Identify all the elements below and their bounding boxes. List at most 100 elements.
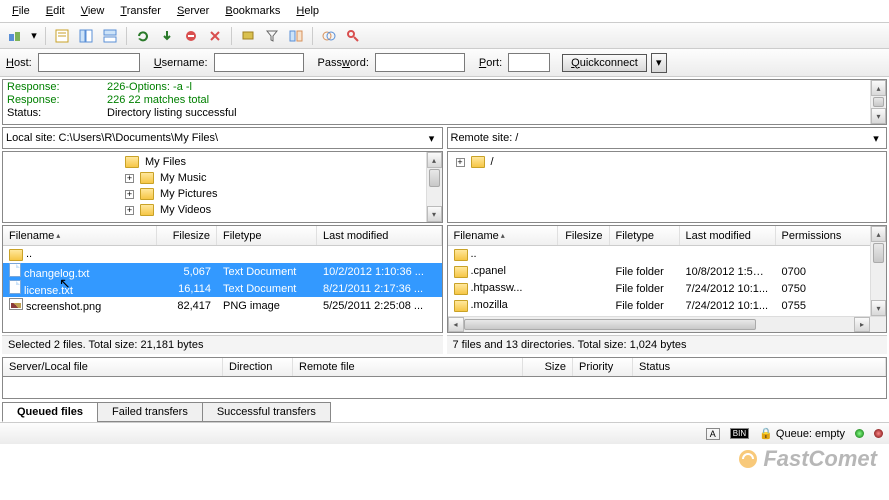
disconnect-button[interactable] — [204, 25, 226, 47]
folder-icon — [454, 266, 468, 278]
list-row[interactable]: changelog.txt 5,067 Text Document 10/2/2… — [3, 263, 442, 280]
queue-body[interactable] — [2, 377, 887, 399]
tab-queued[interactable]: Queued files — [2, 402, 98, 422]
led-activity-icon — [855, 429, 864, 438]
expand-icon[interactable]: + — [125, 174, 134, 183]
col-filesize[interactable]: Filesize — [157, 226, 217, 245]
toggle-log-button[interactable] — [51, 25, 73, 47]
filter-button[interactable] — [261, 25, 283, 47]
process-queue-button[interactable] — [156, 25, 178, 47]
remote-tree[interactable]: +/ — [447, 151, 888, 223]
menu-transfer[interactable]: Transfer — [112, 2, 169, 20]
message-log: Response:226-Options: -a -l Response:226… — [2, 79, 887, 125]
col-priority[interactable]: Priority — [573, 358, 633, 376]
folder-icon — [140, 172, 154, 184]
toggle-queue-button[interactable] — [99, 25, 121, 47]
folder-icon — [471, 156, 485, 168]
col-server-file[interactable]: Server/Local file — [3, 358, 223, 376]
tree-item-myfiles[interactable]: My Files — [5, 154, 440, 170]
transfer-tabs: Queued files Failed transfers Successful… — [2, 402, 887, 422]
col-size[interactable]: Size — [523, 358, 573, 376]
list-row[interactable]: .cpanel File folder 10/8/2012 1:53:... 0… — [448, 263, 887, 280]
col-direction[interactable]: Direction — [223, 358, 293, 376]
remote-site-bar: Remote site: ▾ — [447, 127, 888, 149]
col-filename[interactable]: Filename▴ — [3, 226, 157, 245]
reconnect-button[interactable] — [237, 25, 259, 47]
bottom-statusbar: A BIN 🔒 Queue: empty — [0, 422, 889, 444]
remote-file-list[interactable]: Filename▴ Filesize Filetype Last modifie… — [447, 225, 888, 333]
search-button[interactable] — [342, 25, 364, 47]
local-site-bar: Local site: ▾ — [2, 127, 443, 149]
compare-button[interactable] — [285, 25, 307, 47]
log-text: Directory listing successful — [107, 107, 237, 120]
menu-help[interactable]: Help — [288, 2, 327, 20]
menu-server[interactable]: Server — [169, 2, 217, 20]
local-tree[interactable]: My Files +My Music +My Pictures +My Vide… — [2, 151, 443, 223]
file-icon — [9, 280, 21, 294]
file-icon — [9, 263, 21, 277]
expand-icon[interactable]: + — [125, 206, 134, 215]
toggle-tree-button[interactable] — [75, 25, 97, 47]
mode-indicator: BIN — [730, 428, 749, 439]
local-site-dropdown[interactable]: ▾ — [425, 132, 439, 145]
menu-edit[interactable]: Edit — [38, 2, 73, 20]
list-row[interactable]: screenshot.png 82,417 PNG image 5/25/201… — [3, 297, 442, 314]
queue-status: 🔒 Queue: empty — [759, 427, 845, 440]
list-row-up[interactable]: .. — [3, 246, 442, 263]
site-manager-dropdown[interactable]: ▾ — [28, 25, 40, 47]
col-modified[interactable]: Last modified — [680, 226, 776, 245]
cancel-button[interactable] — [180, 25, 202, 47]
remote-list-hscroll[interactable]: ◂▸ — [448, 316, 887, 332]
folder-icon — [140, 204, 154, 216]
log-label: Status: — [7, 107, 107, 120]
menu-bookmarks[interactable]: Bookmarks — [217, 2, 288, 20]
queue-header: Server/Local file Direction Remote file … — [2, 357, 887, 377]
local-site-label: Local site: — [6, 132, 56, 144]
list-row[interactable]: .htpassw... File folder 7/24/2012 10:1..… — [448, 280, 887, 297]
log-scrollbar[interactable]: ▴▾ — [870, 80, 886, 124]
col-filename[interactable]: Filename▴ — [448, 226, 558, 245]
log-label: Response: — [7, 81, 107, 94]
col-remote-file[interactable]: Remote file — [293, 358, 523, 376]
username-input[interactable] — [214, 53, 304, 72]
list-row[interactable]: .mozilla File folder 7/24/2012 10:1... 0… — [448, 297, 887, 314]
local-tree-scrollbar[interactable]: ▴▾ — [426, 152, 442, 222]
local-file-list[interactable]: Filename▴ Filesize Filetype Last modifie… — [2, 225, 443, 333]
tree-item-mypictures[interactable]: +My Pictures — [5, 186, 440, 202]
host-input[interactable] — [38, 53, 140, 72]
tree-item-myvideos[interactable]: +My Videos — [5, 202, 440, 218]
remote-status: 7 files and 13 directories. Total size: … — [447, 335, 888, 354]
host-label: Host: — [6, 57, 32, 69]
local-list-header: Filename▴ Filesize Filetype Last modifie… — [3, 226, 442, 246]
tree-item-mymusic[interactable]: +My Music — [5, 170, 440, 186]
port-input[interactable] — [508, 53, 550, 72]
log-text: 226 22 matches total — [107, 94, 209, 107]
remote-site-dropdown[interactable]: ▾ — [869, 132, 883, 145]
refresh-button[interactable] — [132, 25, 154, 47]
menu-file[interactable]: File — [4, 2, 38, 20]
menu-view[interactable]: View — [73, 2, 113, 20]
list-row-up[interactable]: .. — [448, 246, 887, 263]
password-input[interactable] — [375, 53, 465, 72]
col-filetype[interactable]: Filetype — [610, 226, 680, 245]
list-row[interactable]: license.txt 16,114 Text Document 8/21/20… — [3, 280, 442, 297]
quickconnect-button[interactable]: Quickconnect — [562, 54, 647, 72]
col-filetype[interactable]: Filetype — [217, 226, 317, 245]
encoding-indicator: A — [706, 428, 720, 440]
remote-list-header: Filename▴ Filesize Filetype Last modifie… — [448, 226, 887, 246]
expand-icon[interactable]: + — [125, 190, 134, 199]
col-modified[interactable]: Last modified — [317, 226, 442, 245]
tree-item-root[interactable]: +/ — [450, 154, 885, 170]
folder-up-icon — [9, 249, 23, 261]
remote-site-input[interactable] — [515, 130, 869, 146]
quickconnect-dropdown[interactable]: ▾ — [651, 53, 667, 73]
col-status[interactable]: Status — [633, 358, 886, 376]
tab-successful[interactable]: Successful transfers — [202, 402, 331, 422]
local-site-input[interactable] — [59, 130, 425, 146]
expand-icon[interactable]: + — [456, 158, 465, 167]
site-manager-button[interactable] — [4, 25, 26, 47]
password-label: Password: — [318, 57, 369, 69]
col-filesize[interactable]: Filesize — [558, 226, 610, 245]
sync-browse-button[interactable] — [318, 25, 340, 47]
tab-failed[interactable]: Failed transfers — [97, 402, 203, 422]
